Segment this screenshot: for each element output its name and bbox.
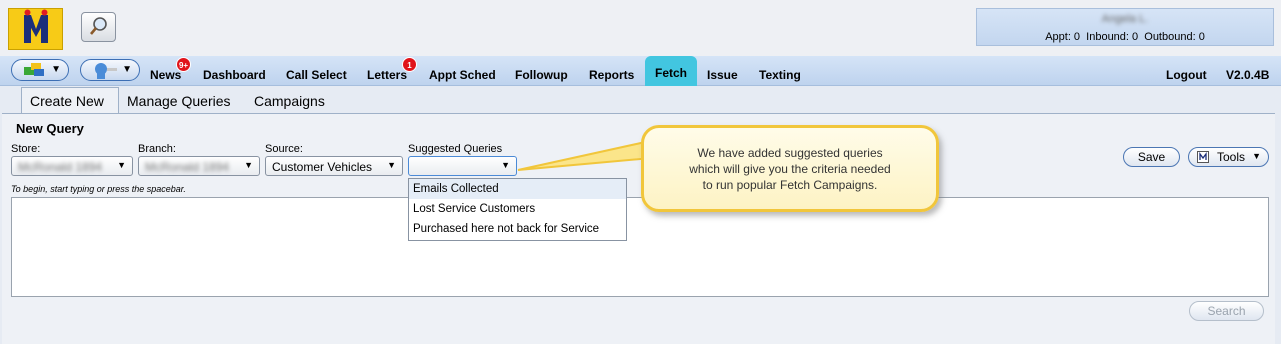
nav-fetch[interactable]: Fetch — [655, 66, 687, 80]
chevron-down-icon: ▼ — [1252, 151, 1261, 161]
store-select[interactable]: McRonald 1894 ▼ — [11, 156, 133, 176]
chevron-down-icon: ▼ — [117, 160, 126, 170]
chevron-down-icon: ▼ — [122, 64, 132, 75]
suggested-queries-dropdown: Emails Collected Lost Service Customers … — [408, 178, 627, 241]
nav-appt-sched[interactable]: Appt Sched — [429, 68, 496, 82]
nav-call-select[interactable]: Call Select — [286, 68, 347, 82]
nav-dashboard[interactable]: Dashboard — [203, 68, 266, 82]
letters-badge: 1 — [402, 57, 417, 72]
suggested-queries-select[interactable]: ▼ — [408, 156, 517, 176]
magnifier-icon — [90, 17, 107, 35]
tools-button-label: Tools — [1217, 150, 1246, 164]
callout-tooltip: We have added suggested queries which wi… — [641, 125, 939, 212]
branch-label: Branch: — [138, 143, 176, 155]
nav-news[interactable]: News — [150, 68, 181, 82]
dropdown-option[interactable]: Purchased here not back for Service — [409, 219, 626, 239]
store-value: McRonald 1894 — [18, 160, 103, 174]
query-input-area[interactable] — [11, 197, 1269, 297]
user-name: Angela L. — [1101, 13, 1149, 25]
logo-icon — [1197, 151, 1209, 163]
search-button[interactable] — [81, 12, 116, 42]
page-title: New Query — [16, 121, 84, 136]
contacts-icon — [24, 63, 44, 76]
nav-reports[interactable]: Reports — [589, 68, 634, 82]
logo-icon[interactable] — [8, 8, 63, 50]
tab-campaigns[interactable]: Campaigns — [254, 93, 325, 109]
tools-button[interactable]: Tools ▼ — [1188, 147, 1269, 167]
suggested-queries-label: Suggested Queries — [408, 143, 503, 155]
user-stats: Appt: 0 Inbound: 0 Outbound: 0 — [1045, 31, 1205, 43]
news-badge: 9+ — [176, 57, 191, 72]
callout-line-1: We have added suggested queries — [697, 146, 883, 160]
branch-value: McRonald 1894 — [145, 160, 230, 174]
store-label: Store: — [11, 143, 41, 155]
chevron-down-icon: ▼ — [501, 160, 510, 170]
callout-line-3: to run popular Fetch Campaigns. — [702, 178, 878, 192]
nav-issue[interactable]: Issue — [707, 68, 738, 82]
tab-create-new-label[interactable]: Create New — [30, 93, 104, 109]
dropdown-option[interactable]: Lost Service Customers — [409, 199, 626, 219]
profile-menu-button[interactable]: ▼ — [80, 59, 140, 81]
source-select[interactable]: Customer Vehicles ▼ — [265, 156, 403, 176]
main-nav: ▼ ▼ News 9+ Dashboard Call Select Letter… — [0, 56, 1281, 86]
user-info-box: Angela L. Appt: 0 Inbound: 0 Outbound: 0 — [976, 8, 1274, 46]
callout-line-2: which will give you the criteria needed — [689, 162, 891, 176]
hint-text: To begin, start typing or press the spac… — [11, 184, 186, 194]
branch-select[interactable]: McRonald 1894 ▼ — [138, 156, 260, 176]
dropdown-option[interactable]: Emails Collected — [409, 179, 626, 199]
search-query-button[interactable]: Search — [1189, 301, 1264, 321]
search-button-label: Search — [1207, 304, 1246, 318]
top-bar: Angela L. Appt: 0 Inbound: 0 Outbound: 0 — [0, 0, 1281, 56]
person-icon — [95, 63, 117, 79]
nav-letters[interactable]: Letters — [367, 68, 407, 82]
version-label: V2.0.4B — [1226, 68, 1270, 82]
contacts-menu-button[interactable]: ▼ — [11, 59, 69, 81]
subtab-bar: Create New Manage Queries Campaigns — [0, 87, 1281, 114]
tab-manage-queries[interactable]: Manage Queries — [127, 93, 231, 109]
save-button[interactable]: Save — [1123, 147, 1180, 167]
chevron-down-icon: ▼ — [51, 64, 61, 75]
chevron-down-icon: ▼ — [244, 160, 253, 170]
nav-texting[interactable]: Texting — [759, 68, 801, 82]
chevron-down-icon: ▼ — [387, 160, 396, 170]
source-label: Source: — [265, 143, 303, 155]
logout-link[interactable]: Logout — [1166, 68, 1207, 82]
source-value: Customer Vehicles — [272, 160, 373, 174]
save-button-label: Save — [1137, 150, 1166, 164]
nav-followup[interactable]: Followup — [515, 68, 568, 82]
